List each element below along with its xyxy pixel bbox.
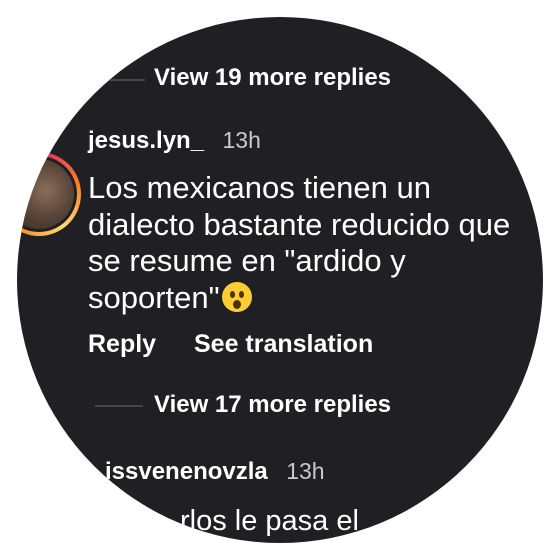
avatar[interactable]	[17, 152, 81, 236]
see-translation-button[interactable]: See translation	[194, 330, 373, 359]
zoomed-comment-view: View 19 more replies jesus.lyn_ 13h Los …	[17, 17, 543, 543]
next-comment-timestamp: 13h	[286, 458, 325, 484]
hushed-face-emoji	[221, 281, 252, 312]
avatar-photo	[17, 159, 74, 229]
divider-bottom	[95, 405, 143, 407]
view-more-replies-top[interactable]: View 19 more replies	[154, 64, 391, 92]
next-comment-text: rlos le pasa el	[180, 505, 359, 537]
comment-header: jesus.lyn_ 13h	[88, 127, 261, 155]
next-comment-header: issvenenovzla 13h	[105, 458, 325, 486]
divider-top	[97, 79, 145, 81]
next-comment-username[interactable]: issvenenovzla	[105, 458, 268, 485]
comment-username[interactable]: jesus.lyn_	[88, 127, 204, 154]
comment-text: Los mexicanos tienen un dialecto bastant…	[88, 170, 511, 315]
view-more-replies-bottom[interactable]: View 17 more replies	[154, 391, 391, 419]
reply-button[interactable]: Reply	[88, 330, 156, 359]
comment-timestamp: 13h	[222, 127, 261, 153]
